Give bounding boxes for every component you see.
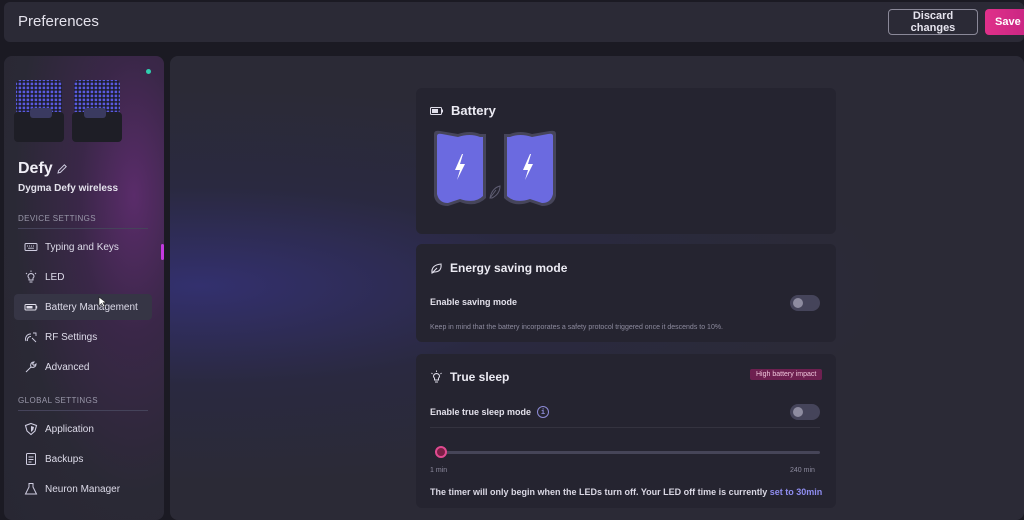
sidebar-item-label: Neuron Manager [45,483,121,495]
sidebar-item-neuron-manager[interactable]: Neuron Manager [14,476,152,502]
backup-icon [26,453,36,465]
sidebar-item-label: Application [45,423,94,435]
sleep-title: True sleep [450,370,510,384]
device-model: Dygma Defy wireless [18,183,119,194]
leaf-icon [431,262,442,274]
sidebar-item-label: Typing and Keys [45,241,119,253]
sleep-card-title-row: True sleep [430,370,509,384]
info-icon[interactable]: i [537,406,550,418]
enable-saving-mode-label: Enable saving mode [430,297,518,307]
sidebar-item-label: RF Settings [45,331,98,343]
active-indicator [161,244,164,260]
sleep-timer-note: The timer will only begin when the LEDs … [430,487,822,497]
mouse-cursor-icon [98,296,107,308]
saving-mode-toggle[interactable] [790,295,820,311]
global-settings-heading: GLOBAL SETTINGS [18,396,98,405]
divider [18,228,148,229]
sidebar-item-typing-and-keys[interactable]: Typing and Keys [14,234,152,260]
sidebar-item-label: Backups [45,453,84,465]
bulb-icon [25,270,37,283]
sidebar-item-battery-management[interactable]: Battery Management [14,294,152,320]
page-title: Preferences [18,13,99,30]
led-off-time-link[interactable]: set to 30min [770,487,823,497]
true-sleep-toggle[interactable] [790,404,820,420]
sidebar-item-label: Battery Management [45,301,138,313]
divider [18,410,148,411]
battery-icon [24,304,38,311]
true-sleep-card: True sleep High battery impact Enable tr… [416,354,836,508]
energy-card-title-row: Energy saving mode [430,261,567,275]
high-battery-impact-badge: High battery impact [750,369,823,380]
keyboard-icon [24,243,38,251]
sidebar-item-backups[interactable]: Backups [14,446,152,472]
toggle-knob [793,298,803,308]
battery-level-graphic [434,130,556,206]
battery-card: Battery [416,88,836,234]
sleep-timer-slider-track[interactable] [436,451,820,454]
toggle-knob [793,407,803,417]
pencil-icon[interactable] [56,163,68,175]
rf-icon [25,332,37,343]
keyboard-image [14,80,122,142]
save-changes-button[interactable]: Save changes [985,9,1024,35]
connection-status-dot [146,69,151,74]
wrench-icon [25,361,37,373]
sleep-timer-slider-thumb[interactable] [435,446,447,458]
divider [430,427,820,428]
sidebar: Defy Dygma Defy wireless DEVICE SETTINGS… [4,56,164,520]
sidebar-item-application[interactable]: Application [14,416,152,442]
device-settings-heading: DEVICE SETTINGS [18,214,97,223]
enable-true-sleep-row: Enable true sleep mode i [430,406,550,418]
battery-title: Battery [451,103,496,118]
sidebar-item-advanced[interactable]: Advanced [14,354,152,380]
device-name: Defy [18,160,53,177]
sidebar-item-led[interactable]: LED [14,264,152,290]
shield-icon [24,422,38,436]
sleep-note-text: The timer will only begin when the LEDs … [430,487,770,497]
top-bar: Preferences [4,2,1024,42]
battery-card-title-row: Battery [430,103,496,118]
bulb-icon [431,370,442,383]
neuron-icon [24,483,38,495]
slider-min-label: 1 min [430,467,448,474]
energy-saving-card: Energy saving mode Enable saving mode Ke… [416,244,836,342]
energy-title: Energy saving mode [450,261,568,275]
discard-changes-button[interactable]: Discard changes [888,9,978,35]
enable-true-sleep-label: Enable true sleep mode [430,407,532,417]
sidebar-item-rf-settings[interactable]: RF Settings [14,324,152,350]
battery-icon [430,106,443,115]
slider-max-label: 240 min [790,467,815,474]
sidebar-item-label: Advanced [45,361,90,373]
sidebar-item-label: LED [45,271,65,283]
saving-mode-hint: Keep in mind that the battery incorporat… [430,324,724,331]
